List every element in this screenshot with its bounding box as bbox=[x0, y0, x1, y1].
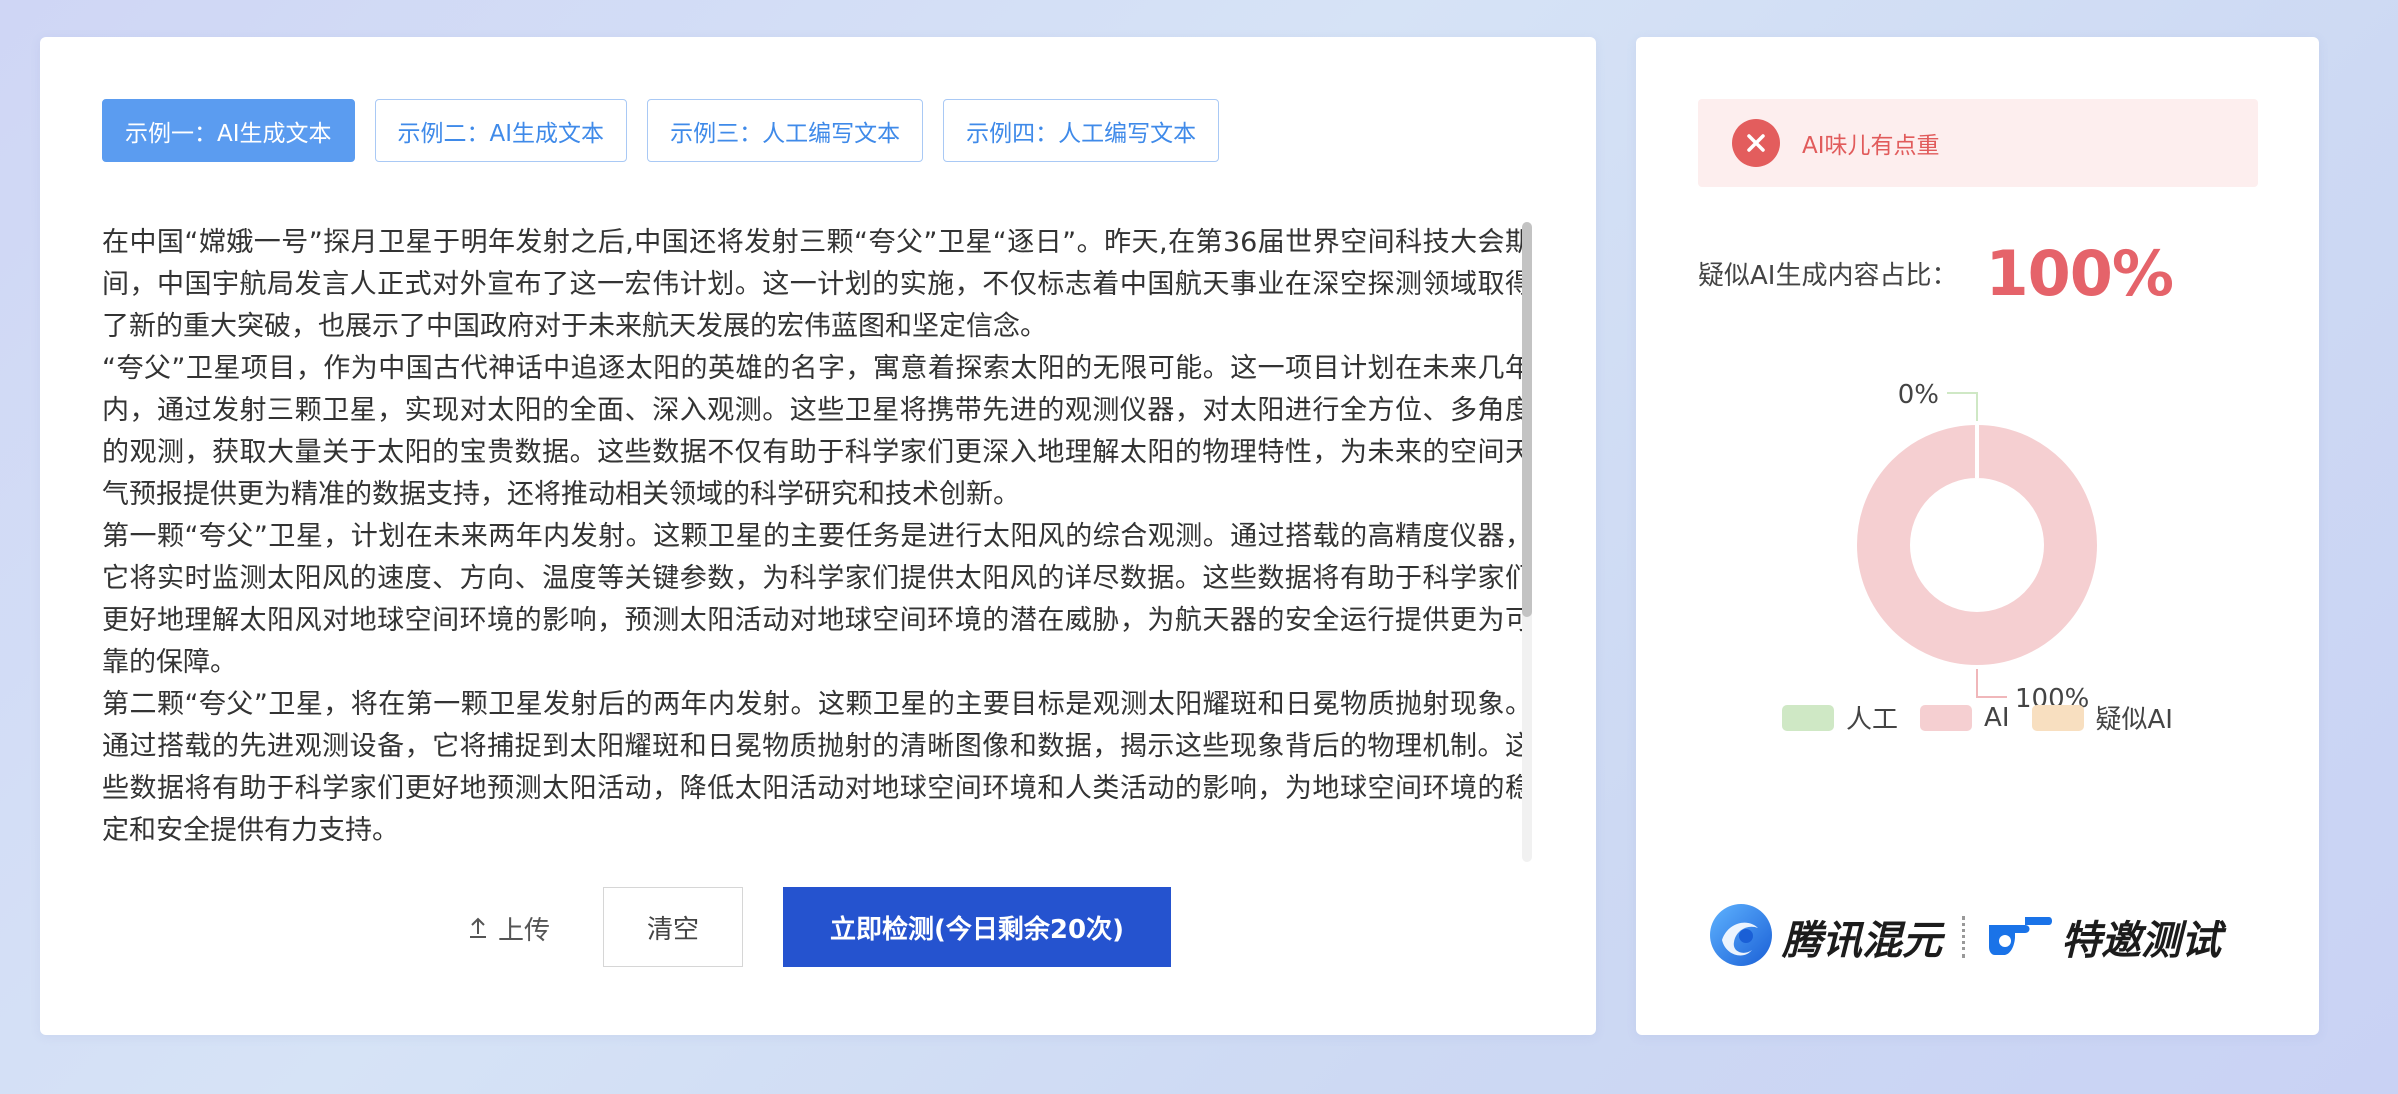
text-scrollbar[interactable] bbox=[1522, 222, 1532, 862]
hunyuan-logo-icon bbox=[1708, 902, 1774, 972]
legend-swatch bbox=[1782, 704, 1835, 731]
legend-item-human[interactable]: 人工 bbox=[1782, 699, 1898, 736]
text-input-area[interactable]: 在中国“嫦娥一号”探月卫星于明年发射之后,中国还将发射三颗“夸父”卫星“逐日”。… bbox=[102, 222, 1532, 867]
brand-bar: 腾讯混元 特邀测试 bbox=[1708, 897, 2268, 977]
detect-button[interactable]: 立即检测(今日剩余20次) bbox=[783, 887, 1171, 967]
text-paragraph: 第一颗“夸父”卫星，计划在未来两年内发射。这颗卫星的主要任务是进行太阳风的综合观… bbox=[102, 521, 1532, 678]
text-paragraph: “夸父”卫星项目，作为中国古代神话中追逐太阳的英雄的名字，寓意着探索太阳的无限可… bbox=[102, 353, 1532, 510]
pointing-hand-icon bbox=[1985, 907, 2055, 967]
leader-line-ai bbox=[1976, 669, 2007, 698]
legend-swatch bbox=[2031, 704, 2084, 731]
text-paragraph: 在中国“嫦娥一号”探月卫星于明年发射之后,中国还将发射三颗“夸父”卫星“逐日”。… bbox=[102, 227, 1532, 342]
legend-item-suspected-ai[interactable]: 疑似AI bbox=[2031, 699, 2173, 736]
input-panel: 示例一：AI生成文本 示例二：AI生成文本 示例三：人工编写文本 示例四：人工编… bbox=[40, 37, 1596, 1035]
donut-chart: 0% 100% bbox=[1636, 327, 2319, 727]
data-label-human: 0% bbox=[1898, 380, 1939, 410]
tab-example-2[interactable]: 示例二：AI生成文本 bbox=[374, 99, 628, 162]
result-alert: AI味儿有点重 bbox=[1698, 99, 2258, 187]
donut-slice-1[interactable] bbox=[1857, 425, 2097, 665]
legend-label: AI bbox=[1984, 702, 2010, 733]
close-circle-icon bbox=[1732, 119, 1780, 167]
upload-label: 上传 bbox=[498, 915, 551, 946]
alert-text: AI味儿有点重 bbox=[1802, 133, 1940, 159]
donut-chart-svg: 0%100% bbox=[1857, 380, 2097, 714]
brand-name: 腾讯混元 bbox=[1782, 918, 1942, 964]
brand-tag: 特邀测试 bbox=[2061, 918, 2221, 964]
legend-swatch bbox=[1920, 704, 1973, 731]
upload-button[interactable]: 上传 bbox=[468, 887, 550, 969]
ratio-label: 疑似AI生成内容占比： bbox=[1698, 261, 1958, 291]
ai-ratio: 疑似AI生成内容占比： 100% bbox=[1698, 237, 2174, 310]
leader-line-human bbox=[1947, 392, 1978, 421]
chart-legend: 人工 AI 疑似AI bbox=[1636, 699, 2319, 736]
scrollbar-thumb[interactable] bbox=[1522, 222, 1532, 617]
legend-label: 疑似AI bbox=[2095, 705, 2173, 735]
clear-button[interactable]: 清空 bbox=[603, 887, 743, 967]
legend-label: 人工 bbox=[1846, 705, 1899, 735]
tab-example-1[interactable]: 示例一：AI生成文本 bbox=[102, 99, 355, 162]
example-tabs: 示例一：AI生成文本 示例二：AI生成文本 示例三：人工编写文本 示例四：人工编… bbox=[102, 99, 1220, 162]
legend-item-ai[interactable]: AI bbox=[1920, 699, 2010, 736]
text-paragraph: 第二颗“夸父”卫星，将在第一颗卫星发射后的两年内发射。这颗卫星的主要目标是观测太… bbox=[102, 689, 1532, 846]
tab-example-4[interactable]: 示例四：人工编写文本 bbox=[943, 99, 1220, 162]
brand-divider bbox=[1962, 916, 1965, 958]
upload-icon bbox=[468, 916, 488, 940]
action-bar: 上传 清空 立即检测(今日剩余20次) bbox=[40, 887, 1596, 969]
tab-example-3[interactable]: 示例三：人工编写文本 bbox=[647, 99, 924, 162]
result-panel: AI味儿有点重 疑似AI生成内容占比： 100% 0% 100% 人工 AI 疑似… bbox=[1636, 37, 2319, 1035]
ratio-value: 100% bbox=[1985, 237, 2174, 310]
